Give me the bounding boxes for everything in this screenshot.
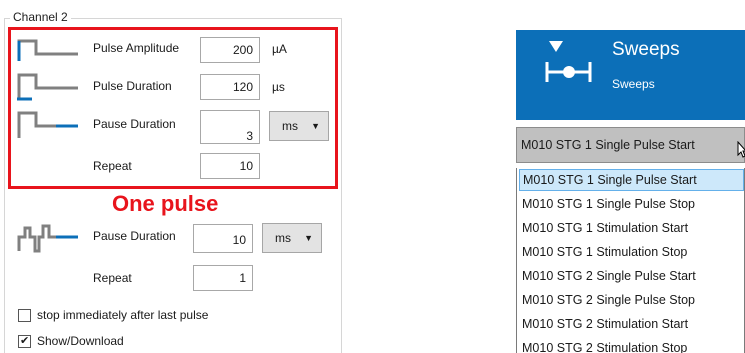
repeat-input[interactable]: 10	[200, 153, 260, 179]
show-download-label: Show/Download	[37, 334, 124, 348]
sweep-select-value: M010 STG 1 Single Pulse Start	[521, 138, 695, 152]
pulse-duration-label: Pulse Duration	[93, 79, 172, 93]
train-repeat-input[interactable]: 1	[193, 265, 253, 291]
pulse-amplitude-input[interactable]: 200	[200, 37, 260, 63]
stop-after-last-option[interactable]: stop immediately after last pulse	[18, 308, 208, 322]
channel-title: Channel 2	[10, 10, 71, 24]
sweep-dropdown-list: M010 STG 1 Single Pulse Start M010 STG 1…	[516, 168, 745, 353]
dropdown-item[interactable]: M010 STG 1 Single Pulse Stop	[519, 193, 744, 215]
train-repeat-label: Repeat	[93, 271, 132, 285]
pulse-amplitude-unit: µA	[272, 42, 287, 56]
sweeps-subtitle: Sweeps	[612, 77, 655, 91]
pulse-duration-unit: µs	[272, 80, 285, 94]
dropdown-item[interactable]: M010 STG 1 Single Pulse Start	[519, 169, 744, 191]
repeat-label: Repeat	[93, 159, 132, 173]
sweeps-icon	[545, 41, 592, 82]
pause-unit-select[interactable]: ms ▼	[269, 111, 329, 141]
sweeps-title: Sweeps	[612, 39, 680, 60]
dropdown-item[interactable]: M010 STG 2 Stimulation Start	[519, 313, 744, 335]
pause-duration-input[interactable]: 3	[200, 110, 260, 144]
dropdown-item[interactable]: M010 STG 2 Stimulation Stop	[519, 337, 744, 353]
pulse-amplitude-icon	[17, 39, 78, 61]
train-pause-duration-input[interactable]: 10	[193, 224, 253, 253]
chevron-down-icon: ▼	[304, 233, 313, 243]
stop-after-last-label: stop immediately after last pulse	[37, 308, 209, 322]
pulse-duration-input[interactable]: 120	[200, 74, 260, 100]
chevron-down-icon: ▼	[311, 121, 320, 131]
mouse-cursor-icon	[737, 141, 745, 158]
train-pause-duration-label: Pause Duration	[93, 229, 176, 243]
sweep-select[interactable]: M010 STG 1 Single Pulse Start	[516, 127, 745, 163]
pause-duration-label: Pause Duration	[93, 117, 176, 131]
sweeps-tile[interactable]: Sweeps Sweeps	[516, 30, 745, 120]
show-download-checkbox[interactable]	[18, 334, 31, 348]
pause-unit-value: ms	[282, 119, 298, 133]
pulse-train-icon	[17, 224, 78, 253]
pulse-duration-icon	[17, 73, 78, 101]
stop-after-last-checkbox[interactable]	[18, 308, 31, 322]
pause-duration-icon	[17, 111, 78, 138]
train-pause-unit-value: ms	[275, 231, 291, 245]
dropdown-item[interactable]: M010 STG 2 Single Pulse Start	[519, 265, 744, 287]
show-download-option[interactable]: Show/Download	[18, 334, 124, 348]
pulse-amplitude-label: Pulse Amplitude	[93, 41, 180, 55]
dropdown-item[interactable]: M010 STG 1 Stimulation Start	[519, 217, 744, 239]
dropdown-item[interactable]: M010 STG 1 Stimulation Stop	[519, 241, 744, 263]
one-pulse-annotation: One pulse	[112, 191, 219, 216]
dropdown-item[interactable]: M010 STG 2 Single Pulse Stop	[519, 289, 744, 311]
train-pause-unit-select[interactable]: ms ▼	[262, 223, 322, 253]
